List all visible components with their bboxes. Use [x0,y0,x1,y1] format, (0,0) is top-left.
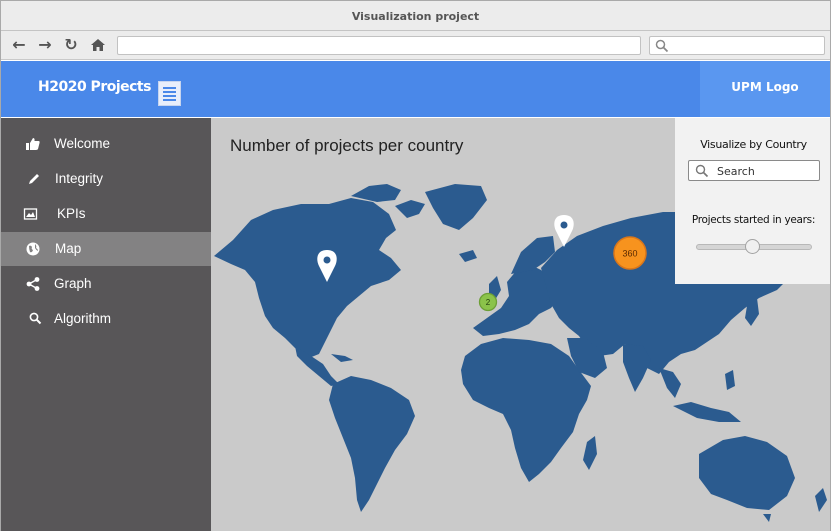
address-bar[interactable] [117,36,641,55]
browser-toolbar: ← → ↻ [1,31,830,60]
sidebar-item-algorithm[interactable]: Algorithm [1,302,211,336]
page-title: Number of projects per country [230,136,464,155]
app-brand[interactable]: H2020 Projects [38,79,151,95]
browser-search-field[interactable] [649,36,825,55]
browser-window: Visualization project ← → ↻ H2020 Projec… [0,0,831,531]
africa-landmass [461,338,591,482]
cluster-count: 360 [622,249,637,259]
panel-title: Visualize by Country [700,138,807,151]
cluster-count: 2 [486,298,491,307]
upm-logo: UPM Logo [700,61,830,117]
search-icon [655,39,669,58]
app-header: H2020 Projects UPM Logo [1,61,830,117]
sidebar: Welcome Integrity KPIs Map Graph Algorit… [1,118,211,531]
sidebar-item-label: Integrity [55,171,104,186]
cluster-marker-360[interactable]: 360 [613,236,647,270]
sidebar-item-kpis[interactable]: KPIs [1,197,211,231]
sidebar-item-graph[interactable]: Graph [1,267,211,301]
sidebar-item-label: Welcome [54,136,111,151]
forward-arrow-icon[interactable]: → [35,34,55,56]
sidebar-item-label: Algorithm [54,311,112,326]
sidebar-item-integrity[interactable]: Integrity [1,162,211,196]
window-titlebar: Visualization project [1,1,830,31]
pen-icon [26,171,42,187]
back-arrow-icon[interactable]: ← [9,34,29,56]
globe-icon [25,241,41,257]
search-icon [695,164,709,183]
window-title: Visualization project [351,10,480,23]
sidebar-item-label: Map [55,241,82,256]
cluster-marker-2[interactable]: 2 [478,292,498,312]
image-icon [23,206,39,222]
north-america-landmass [214,198,401,358]
filter-panel: Visualize by Country Search Projects sta… [675,118,830,284]
sidebar-item-map[interactable]: Map [1,232,211,266]
sidebar-item-welcome[interactable]: Welcome [1,127,211,161]
share-icon [25,276,41,292]
greenland-landmass [425,184,487,230]
home-icon[interactable] [88,34,108,56]
main-content: Number of projects per country 360 2 Vis… [211,118,830,531]
years-slider-thumb[interactable] [745,239,760,254]
south-america-landmass [329,376,415,512]
search-placeholder: Search [717,165,755,178]
search-icon [28,311,44,327]
australia-landmass [699,436,795,510]
document-icon[interactable] [158,81,181,106]
country-search-input[interactable]: Search [688,160,820,181]
sidebar-item-label: Graph [54,276,92,291]
thumbs-up-icon [25,136,41,152]
sidebar-item-label: KPIs [57,206,86,221]
reload-icon[interactable]: ↻ [61,34,81,56]
years-label: Projects started in years: [691,214,816,226]
